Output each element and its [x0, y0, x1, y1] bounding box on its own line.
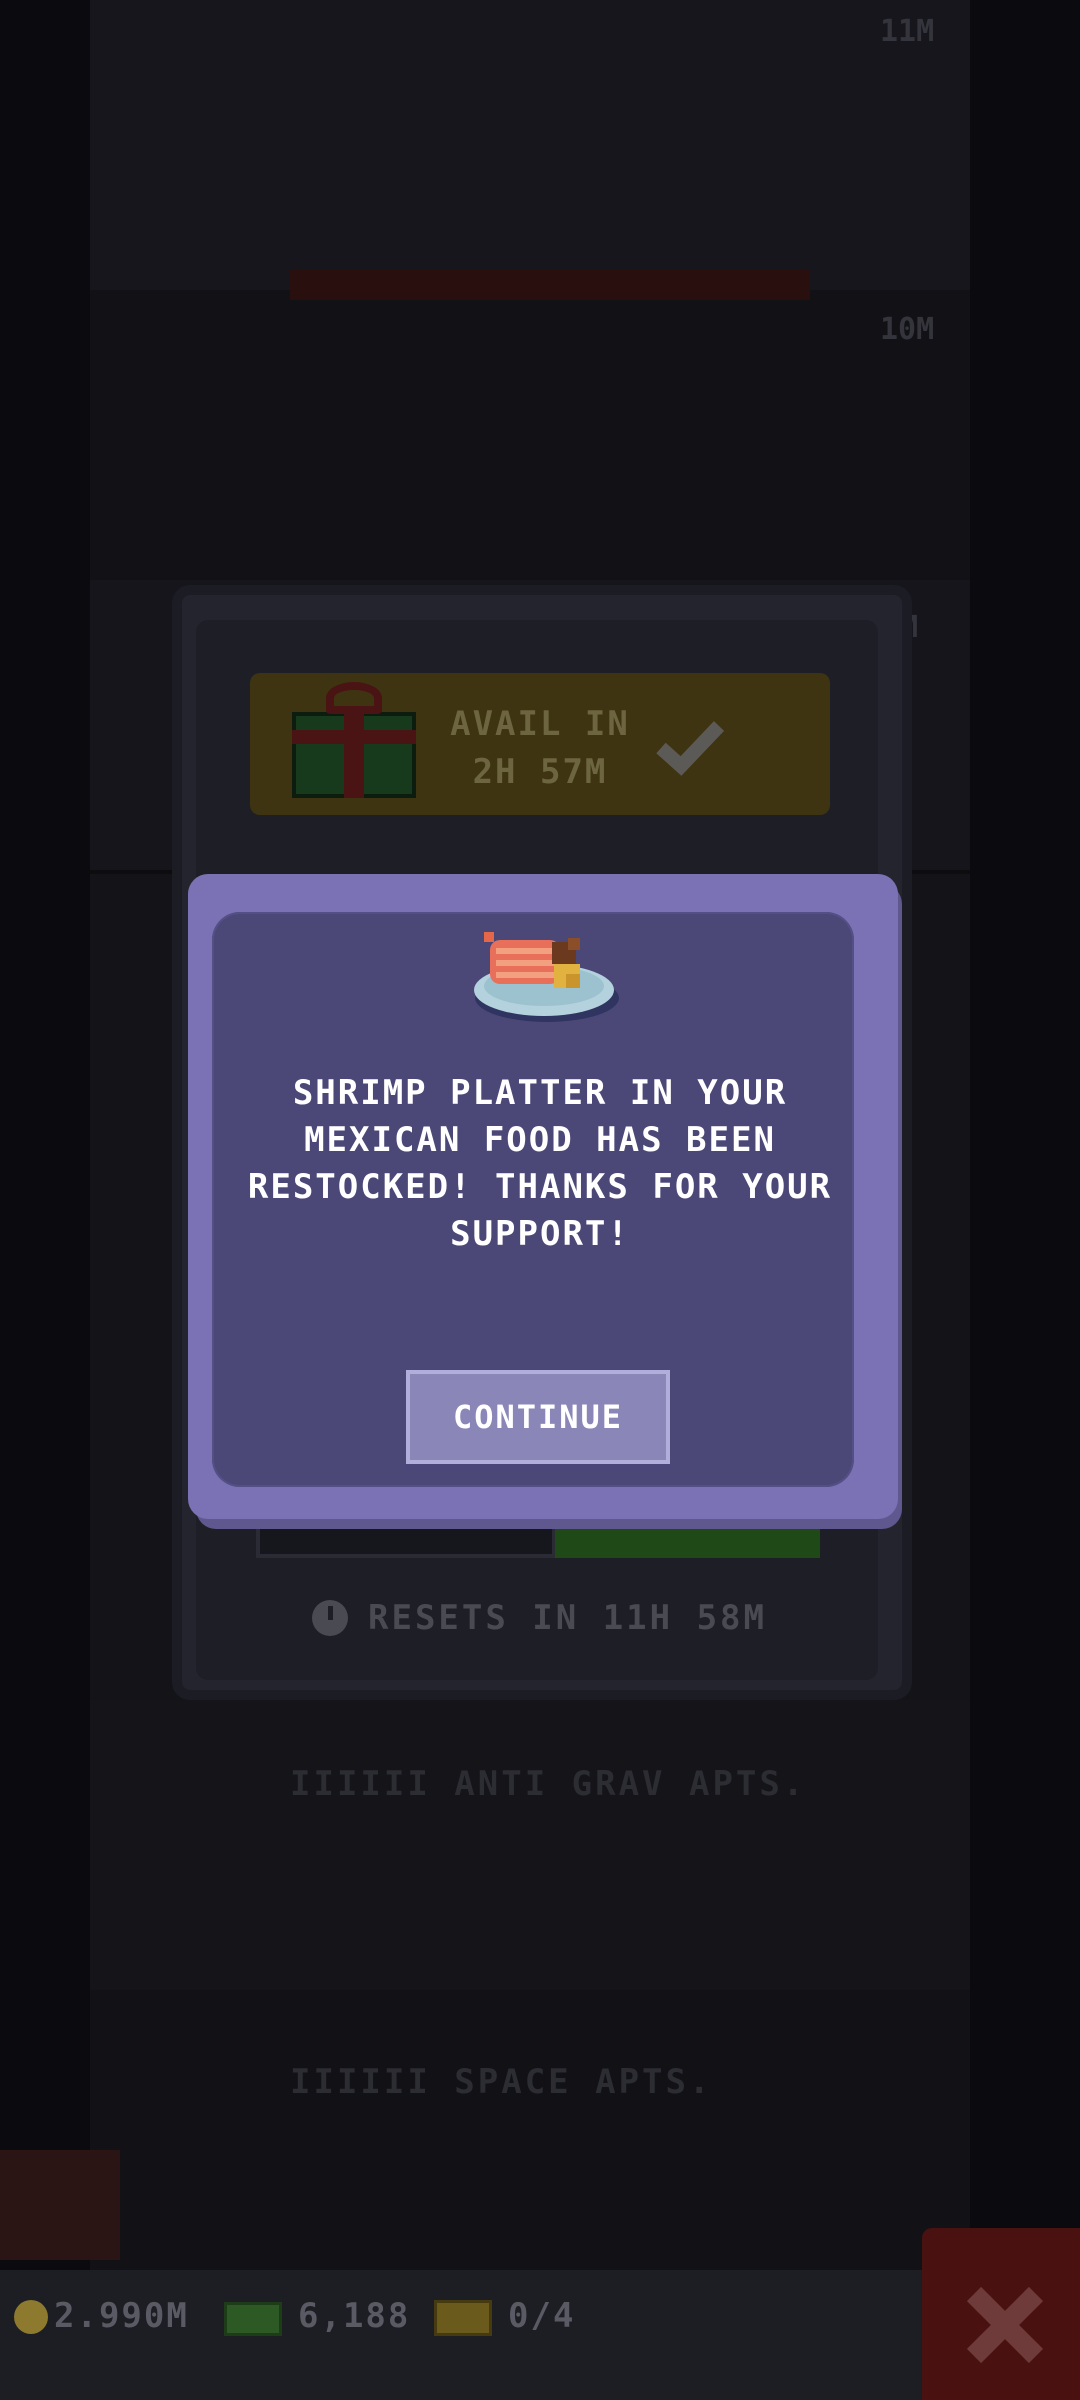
- clock-icon: [312, 1600, 348, 1636]
- tower-floor: [90, 290, 970, 584]
- restock-message: SHRIMP PLATTER IN YOUR MEXICAN FOOD HAS …: [247, 1073, 833, 1254]
- availability-time: 2H 57M: [472, 752, 608, 792]
- tower-floor: [90, 1700, 970, 1994]
- bux-balance: 6,188: [298, 2296, 411, 2336]
- coin-icon: [14, 2300, 48, 2334]
- ticket-count: 0/4: [508, 2296, 576, 2336]
- elevator-button[interactable]: [0, 2150, 120, 2260]
- tower-floor: [90, 0, 970, 294]
- close-icon: [966, 2286, 1044, 2364]
- floor-label: 11M: [880, 14, 935, 49]
- floor-label: 10M: [880, 312, 935, 347]
- floor-name: IIIIII SPACE APTS.: [290, 2062, 713, 2102]
- availability-label: AVAIL IN: [450, 704, 630, 744]
- checkmark-icon: [656, 721, 725, 776]
- continue-button[interactable]: CONTINUE: [406, 1370, 670, 1464]
- floor-sign: [290, 270, 810, 300]
- gift-availability-text: AVAIL IN 2H 57M: [420, 700, 660, 796]
- tower-floor: [90, 1990, 970, 2284]
- ticket-icon: [434, 2300, 492, 2336]
- reset-timer: RESETS IN 11H 58M: [368, 1598, 767, 1638]
- shrimp-platter-icon: [474, 932, 619, 1022]
- floor-name: IIIIII ANTI GRAV APTS.: [290, 1764, 807, 1804]
- coin-balance: 2.990M: [54, 2296, 189, 2336]
- gift-box-icon: [292, 682, 416, 798]
- tower-bux-icon: [224, 2302, 282, 2336]
